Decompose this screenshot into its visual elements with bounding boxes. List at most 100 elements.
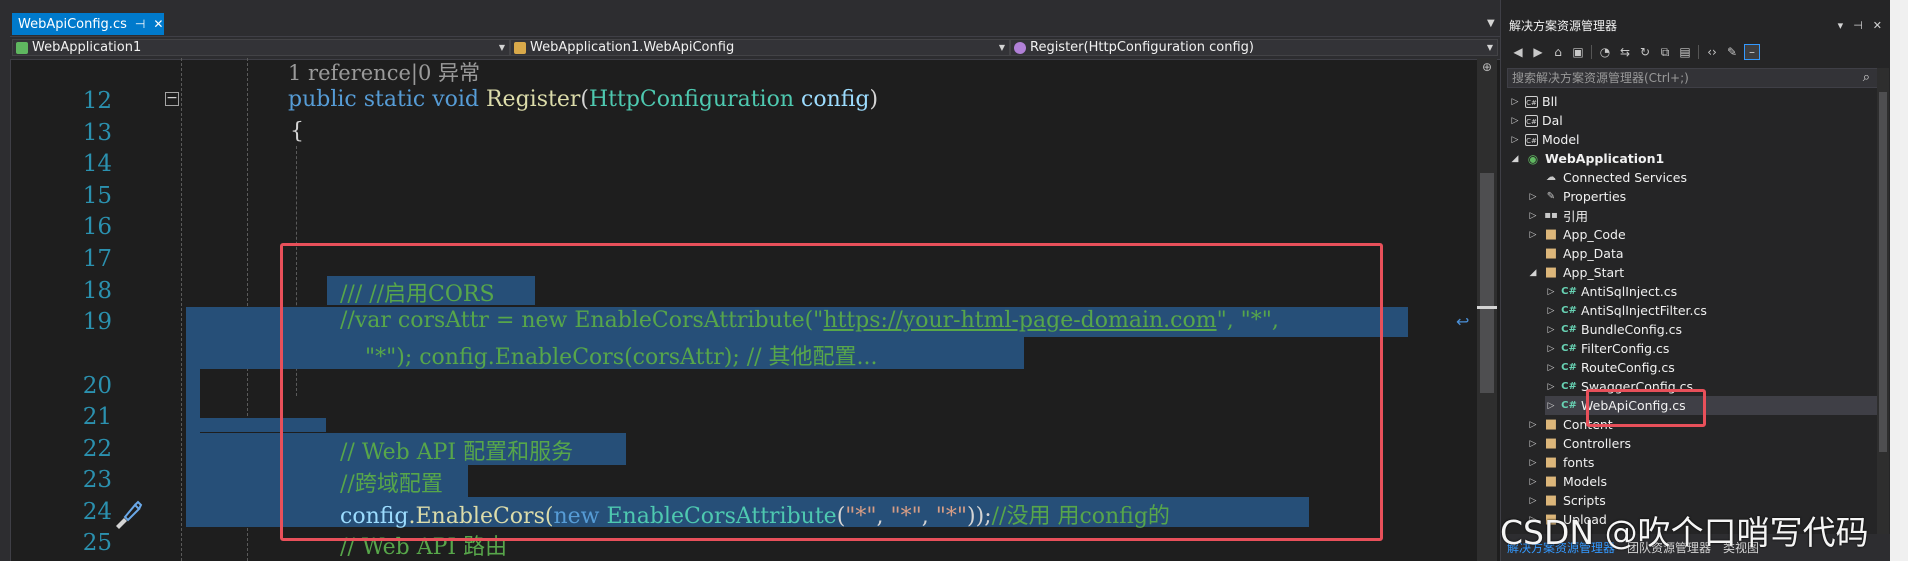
codelens-references[interactable]: 1 reference|0 异常 <box>288 57 480 87</box>
line-number: 19 <box>82 309 112 335</box>
csharp-project-icon: C# <box>1525 114 1538 127</box>
window-right-edge <box>1890 0 1908 561</box>
tree-item-label: Models <box>1563 474 1608 489</box>
line-number: 22 <box>82 436 112 462</box>
pin-icon[interactable]: ⊣ <box>1853 16 1863 36</box>
expander-icon[interactable]: ▷ <box>1527 496 1539 506</box>
scrollbar-thumb[interactable] <box>1480 173 1494 393</box>
collapse-all-icon[interactable]: ⧉ <box>1658 45 1672 59</box>
expander-icon[interactable]: ▷ <box>1527 420 1539 430</box>
expander-icon[interactable]: ◢ <box>1527 268 1539 278</box>
tree-item-antisqlinjectfilter[interactable]: ▷ C# AntiSqlInjectFilter.cs <box>1545 301 1707 320</box>
tree-item-label: AntiSqlInjectFilter.cs <box>1581 303 1707 318</box>
tree-item-dal[interactable]: ▷ C# Dal <box>1509 111 1563 130</box>
expander-icon[interactable]: ▷ <box>1545 382 1557 392</box>
type-name: HttpConfiguration <box>588 87 794 112</box>
refresh-icon[interactable]: ↻ <box>1638 45 1652 59</box>
expander-icon[interactable]: ◢ <box>1509 154 1521 164</box>
pin-icon[interactable]: ⊣ <box>135 17 145 31</box>
preview-selected-icon[interactable]: – <box>1744 44 1760 60</box>
tree-item-routeconfig[interactable]: ▷ C# RouteConfig.cs <box>1545 358 1675 377</box>
code-line-12[interactable]: public static void Register(HttpConfigur… <box>288 87 878 112</box>
tree-item-label: Model <box>1542 132 1580 147</box>
tree-item-fonts[interactable]: ▷ ■ fonts <box>1527 453 1595 472</box>
expander-icon[interactable]: ▷ <box>1545 363 1557 373</box>
project-combo[interactable]: WebApplication1 ▼ <box>12 39 510 56</box>
csharp-file-icon: C# <box>1561 342 1577 354</box>
code-line-13[interactable]: { <box>290 119 304 144</box>
expander-icon[interactable]: ▷ <box>1545 287 1557 297</box>
split-handle-icon[interactable]: ⊕ <box>1480 60 1494 74</box>
sync-icon[interactable]: ⇆ <box>1618 45 1632 59</box>
tree-item-filterconfig[interactable]: ▷ C# FilterConfig.cs <box>1545 339 1670 358</box>
tree-item-label: Bll <box>1542 94 1558 109</box>
tree-item-app-data[interactable]: ■ App_Data <box>1527 244 1624 263</box>
back-icon[interactable]: ◀ <box>1511 45 1525 59</box>
method-name: Register <box>485 87 581 112</box>
search-icon[interactable]: ⌕ <box>1863 70 1870 85</box>
tree-item-controllers[interactable]: ▷ ■ Controllers <box>1527 434 1631 453</box>
close-icon[interactable]: ✕ <box>1873 16 1882 36</box>
forward-icon[interactable]: ▶ <box>1531 45 1545 59</box>
left-tool-strip[interactable] <box>0 0 11 561</box>
code-editor[interactable]: WebApiConfig.cs ⊣ ✕ ▼ WebApplication1 ▼ … <box>0 0 1500 561</box>
class-combo[interactable]: WebApplication1.WebApiConfig ▼ <box>510 39 1010 56</box>
csharp-file-icon: C# <box>1561 323 1577 335</box>
tree-vertical-scrollbar[interactable] <box>1877 68 1889 538</box>
tree-item-models[interactable]: ▷ ■ Models <box>1527 472 1608 491</box>
scrollbar-thumb[interactable] <box>1879 92 1887 452</box>
tree-item-label: AntiSqlInject.cs <box>1581 284 1678 299</box>
csharp-file-icon: C# <box>1561 380 1577 392</box>
switch-views-icon[interactable]: ▣ <box>1571 45 1585 59</box>
solution-search-input[interactable]: 搜索解决方案资源管理器(Ctrl+;) <box>1507 68 1885 88</box>
punct: ( <box>580 87 589 112</box>
tree-item-bundleconfig[interactable]: ▷ C# BundleConfig.cs <box>1545 320 1682 339</box>
expander-icon[interactable]: ▷ <box>1509 135 1521 145</box>
line-number: 15 <box>82 183 112 209</box>
expander-icon[interactable]: ▷ <box>1527 211 1539 221</box>
pending-changes-icon[interactable]: ◔ <box>1598 45 1612 59</box>
web-project-icon: ◉ <box>1527 151 1539 166</box>
tree-item-webapplication1[interactable]: ◢ ◉ WebApplication1 <box>1509 149 1665 168</box>
tree-item-connected-services[interactable]: ☁ Connected Services <box>1527 168 1687 187</box>
panel-menu-icon[interactable]: ▾ <box>1838 16 1844 36</box>
expander-icon[interactable]: ▷ <box>1527 477 1539 487</box>
editor-vertical-scrollbar[interactable]: ⊕ <box>1477 58 1497 561</box>
tree-item-label: App_Code <box>1563 227 1626 242</box>
expander-icon[interactable]: ▷ <box>1527 439 1539 449</box>
tree-item-app-code[interactable]: ▷ ■ App_Code <box>1527 225 1626 244</box>
expander-icon[interactable]: ▷ <box>1527 230 1539 240</box>
tab-list-dropdown-icon[interactable]: ▼ <box>1487 18 1497 29</box>
properties-wrench-icon[interactable]: ✎ <box>1725 45 1739 59</box>
quick-actions-brush-icon[interactable] <box>110 498 144 532</box>
tree-item-bll[interactable]: ▷ C# Bll <box>1509 92 1558 111</box>
tree-item-antisqlinject[interactable]: ▷ C# AntiSqlInject.cs <box>1545 282 1678 301</box>
expander-icon[interactable]: ▷ <box>1527 192 1539 202</box>
collapse-toggle[interactable]: − <box>165 91 179 106</box>
tree-item-label: Dal <box>1542 113 1563 128</box>
show-all-files-icon[interactable]: ▤ <box>1678 45 1692 59</box>
expander-icon[interactable]: ▷ <box>1545 306 1557 316</box>
expander-icon[interactable]: ▷ <box>1545 344 1557 354</box>
line-number: 17 <box>82 246 112 272</box>
close-icon[interactable]: ✕ <box>153 17 163 31</box>
expander-icon[interactable]: ▷ <box>1509 116 1521 126</box>
member-combo[interactable]: Register(HttpConfiguration config) ▼ <box>1010 39 1498 56</box>
line-number: 25 <box>82 530 112 556</box>
tree-item-app-start[interactable]: ◢ ■ App_Start <box>1527 263 1625 282</box>
home-icon[interactable]: ⌂ <box>1551 45 1565 59</box>
tab-label: WebApiConfig.cs <box>18 16 127 32</box>
csharp-project-icon: C# <box>1525 95 1538 108</box>
folder-icon: ■ <box>1544 435 1558 451</box>
expander-icon[interactable]: ▷ <box>1527 458 1539 468</box>
expander-icon[interactable]: ▷ <box>1545 325 1557 335</box>
toolbar-separator <box>1698 45 1699 59</box>
expander-icon[interactable]: ▷ <box>1509 97 1521 107</box>
tab-webapiconfig[interactable]: WebApiConfig.cs ⊣ ✕ <box>12 13 164 35</box>
view-code-icon[interactable]: ‹› <box>1705 45 1719 59</box>
tree-item-references[interactable]: ▷ ▪▪ 引用 <box>1527 206 1588 225</box>
expander-icon[interactable]: ▷ <box>1545 401 1557 411</box>
chevron-down-icon: ▼ <box>498 43 505 52</box>
tree-item-properties[interactable]: ▷ ✎ Properties <box>1527 187 1627 206</box>
tree-item-model[interactable]: ▷ C# Model <box>1509 130 1580 149</box>
